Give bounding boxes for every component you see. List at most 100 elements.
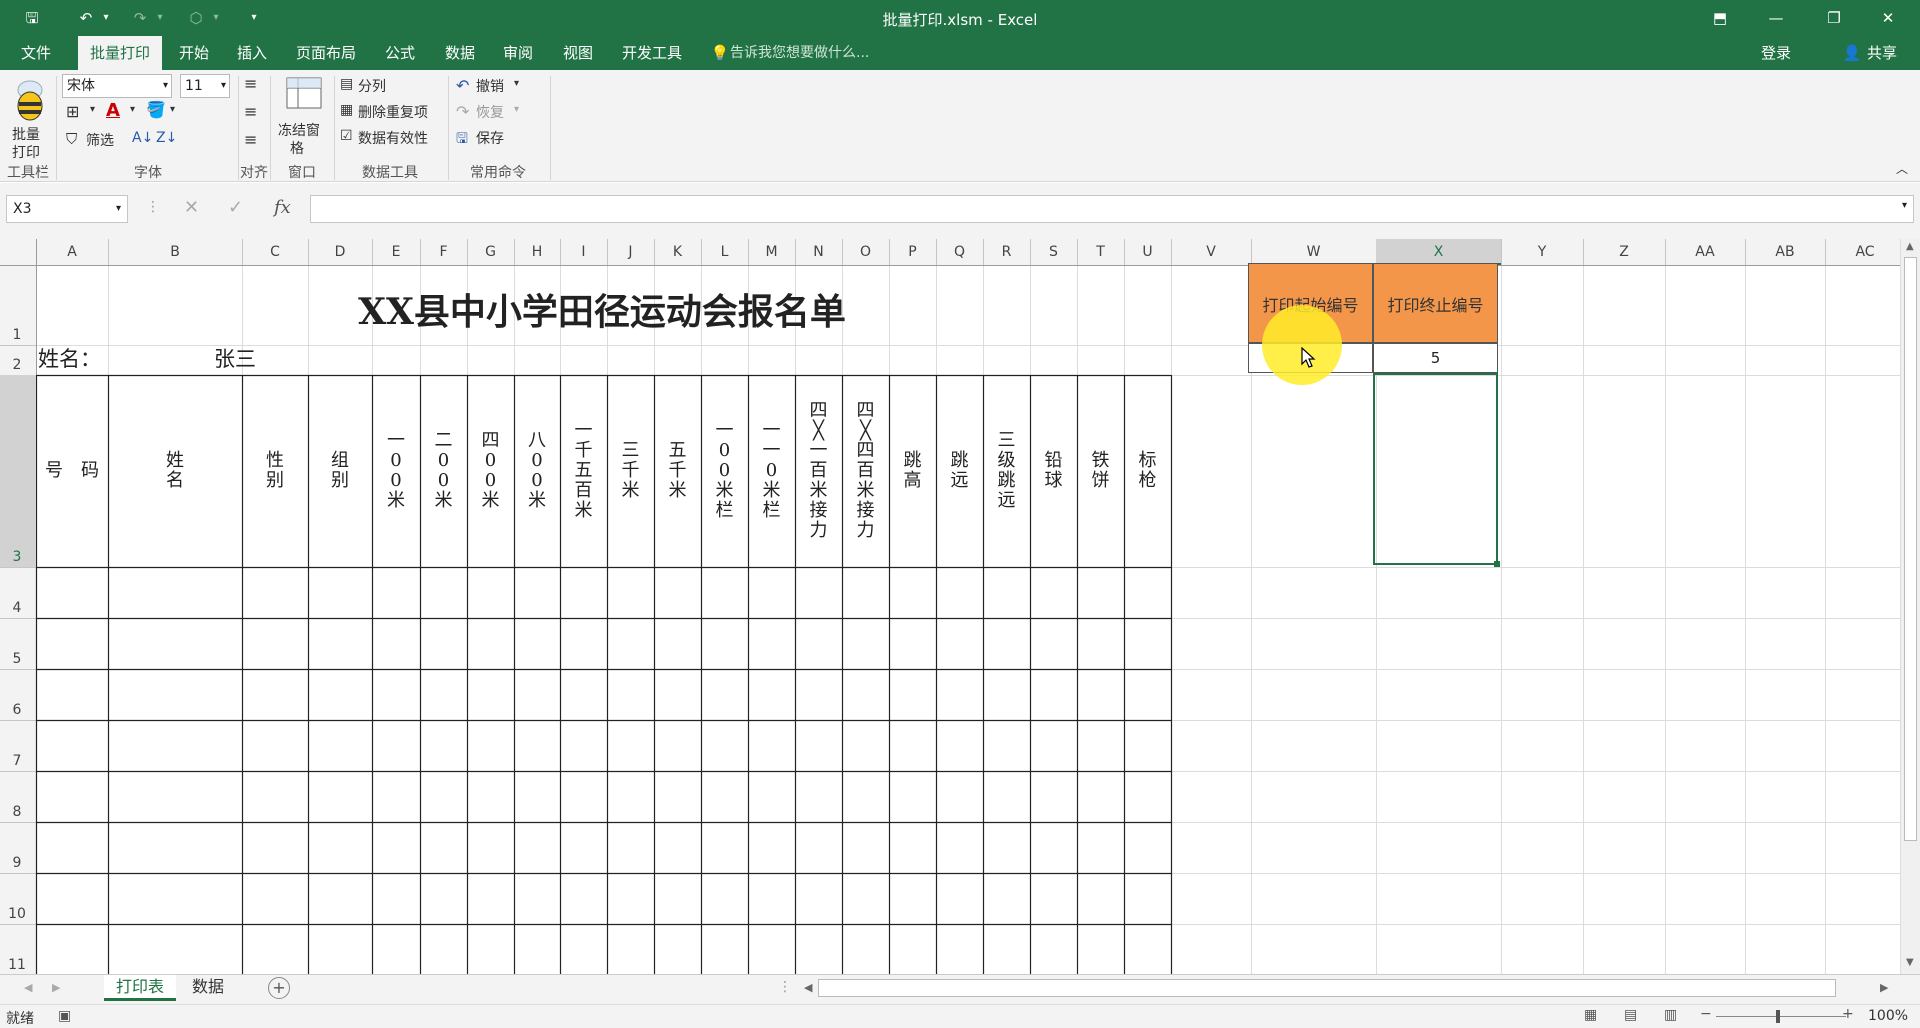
horizontal-scroll-thumb[interactable] bbox=[818, 979, 1836, 997]
column-header-ac[interactable]: AC bbox=[1825, 239, 1900, 265]
column-header-e[interactable]: E bbox=[372, 239, 420, 265]
print-end-value-cell[interactable]: 5 bbox=[1373, 343, 1498, 373]
fill-color-icon[interactable]: 🪣 bbox=[146, 100, 166, 119]
column-header-c[interactable]: C bbox=[242, 239, 308, 265]
vertical-scroll-thumb[interactable] bbox=[1904, 257, 1917, 841]
column-header-t[interactable]: T bbox=[1077, 239, 1124, 265]
next-sheet-icon[interactable]: ▶ bbox=[52, 981, 60, 994]
sort-asc-icon[interactable]: A↓ bbox=[132, 130, 153, 146]
sheet-tab-print[interactable]: 打印表 bbox=[104, 975, 176, 1001]
scroll-right-icon[interactable]: ▶ bbox=[1880, 981, 1888, 994]
row-header-9[interactable]: 9 bbox=[0, 822, 36, 873]
column-header-w[interactable]: W bbox=[1251, 239, 1376, 265]
column-header-v[interactable]: V bbox=[1171, 239, 1251, 265]
scroll-up-icon[interactable]: ▲ bbox=[1906, 241, 1914, 252]
tab-splitter-icon[interactable]: ⋮ bbox=[778, 979, 792, 995]
filter-icon[interactable]: ⛉ bbox=[66, 130, 77, 148]
formula-input[interactable]: ▾ bbox=[310, 195, 1914, 223]
row-header-3[interactable]: 3 bbox=[0, 375, 36, 567]
column-header-n[interactable]: N bbox=[795, 239, 842, 265]
column-header-k[interactable]: K bbox=[654, 239, 701, 265]
column-header-g[interactable]: G bbox=[467, 239, 514, 265]
column-header-x[interactable]: X bbox=[1376, 239, 1501, 265]
tab-formulas[interactable]: 公式 bbox=[376, 36, 424, 70]
row-header-4[interactable]: 4 bbox=[0, 567, 36, 618]
undo-button[interactable]: 撤销 bbox=[476, 76, 504, 96]
row-header-8[interactable]: 8 bbox=[0, 771, 36, 822]
tab-home[interactable]: 开始 bbox=[170, 36, 218, 70]
column-header-o[interactable]: O bbox=[842, 239, 889, 265]
column-header-aa[interactable]: AA bbox=[1665, 239, 1745, 265]
column-header-j[interactable]: J bbox=[607, 239, 654, 265]
zoom-slider-thumb[interactable] bbox=[1776, 1010, 1780, 1023]
chevron-down-icon[interactable]: ▾ bbox=[170, 104, 175, 115]
print-end-label-cell[interactable]: 打印终止编号 bbox=[1373, 263, 1498, 343]
vertical-scrollbar[interactable]: ▲ ▼ bbox=[1900, 239, 1920, 974]
minimize-icon[interactable]: — bbox=[1764, 6, 1788, 30]
tab-insert[interactable]: 插入 bbox=[228, 36, 276, 70]
add-sheet-icon[interactable]: + bbox=[268, 977, 290, 999]
column-header-ab[interactable]: AB bbox=[1745, 239, 1825, 265]
restore-icon[interactable]: ❐ bbox=[1822, 6, 1846, 30]
tab-batch-print[interactable]: 批量打印 bbox=[78, 36, 162, 70]
page-layout-view-icon[interactable]: ▤ bbox=[1624, 1007, 1637, 1023]
fill-handle[interactable] bbox=[1494, 561, 1500, 567]
scroll-left-icon[interactable]: ◀ bbox=[804, 981, 812, 994]
scroll-down-icon[interactable]: ▼ bbox=[1906, 957, 1914, 968]
close-icon[interactable]: ✕ bbox=[1876, 6, 1900, 30]
sort-desc-icon[interactable]: Z↓ bbox=[156, 130, 177, 146]
tab-review[interactable]: 审阅 bbox=[494, 36, 542, 70]
column-header-q[interactable]: Q bbox=[936, 239, 983, 265]
column-header-u[interactable]: U bbox=[1124, 239, 1171, 265]
column-header-d[interactable]: D bbox=[308, 239, 372, 265]
zoom-slider[interactable] bbox=[1716, 1016, 1846, 1017]
row-header-1[interactable]: 1 bbox=[0, 265, 36, 345]
tell-me-search[interactable]: 告诉我您想要做什么... bbox=[730, 36, 910, 70]
border-icon[interactable]: ⊞ bbox=[66, 102, 79, 121]
row-header-2[interactable]: 2 bbox=[0, 345, 36, 375]
tab-file[interactable]: 文件 bbox=[6, 36, 66, 70]
column-header-r[interactable]: R bbox=[983, 239, 1030, 265]
font-size-select[interactable]: 11 ▾ bbox=[180, 74, 230, 98]
column-header-z[interactable]: Z bbox=[1583, 239, 1665, 265]
align-bottom-icon[interactable]: ≡ bbox=[244, 130, 257, 149]
column-header-l[interactable]: L bbox=[701, 239, 748, 265]
row-header-11[interactable]: 11 bbox=[0, 924, 36, 974]
tab-page-layout[interactable]: 页面布局 bbox=[286, 36, 366, 70]
expand-formula-icon[interactable]: ▾ bbox=[1902, 200, 1907, 211]
column-header-m[interactable]: M bbox=[748, 239, 795, 265]
page-break-view-icon[interactable]: ▥ bbox=[1664, 1007, 1677, 1023]
row-header-6[interactable]: 6 bbox=[0, 669, 36, 720]
zoom-level[interactable]: 100% bbox=[1868, 1008, 1908, 1024]
row-header-5[interactable]: 5 bbox=[0, 618, 36, 669]
column-header-b[interactable]: B bbox=[108, 239, 242, 265]
normal-view-icon[interactable]: ▦ bbox=[1584, 1007, 1597, 1023]
column-header-p[interactable]: P bbox=[889, 239, 936, 265]
column-header-f[interactable]: F bbox=[420, 239, 467, 265]
insert-function-icon[interactable]: fx bbox=[274, 197, 291, 218]
row-header-7[interactable]: 7 bbox=[0, 720, 36, 771]
freeze-panes-button[interactable]: 冻结窗 格 bbox=[276, 74, 332, 158]
column-header-i[interactable]: I bbox=[560, 239, 607, 265]
column-header-s[interactable]: S bbox=[1030, 239, 1077, 265]
remove-duplicates-button[interactable]: 删除重复项 bbox=[358, 102, 428, 122]
split-column-button[interactable]: 分列 bbox=[358, 76, 386, 96]
font-color-icon[interactable]: A bbox=[106, 100, 120, 121]
filter-button[interactable]: 筛选 bbox=[86, 130, 114, 150]
column-header-y[interactable]: Y bbox=[1501, 239, 1583, 265]
ribbon-display-icon[interactable]: ⬒ bbox=[1708, 6, 1732, 30]
save-button[interactable]: 保存 bbox=[476, 128, 504, 148]
chevron-down-icon[interactable]: ▾ bbox=[514, 78, 519, 89]
zoom-in-icon[interactable]: + bbox=[1842, 1006, 1854, 1022]
collapse-ribbon-icon[interactable]: ︿ bbox=[1896, 160, 1908, 177]
chevron-down-icon[interactable]: ▾ bbox=[90, 104, 95, 115]
share-button[interactable]: 共享 bbox=[1862, 36, 1902, 70]
align-top-icon[interactable]: ≡ bbox=[244, 74, 257, 93]
tab-data[interactable]: 数据 bbox=[436, 36, 484, 70]
selected-cell-x3[interactable] bbox=[1373, 373, 1500, 567]
column-header-h[interactable]: H bbox=[514, 239, 560, 265]
zoom-out-icon[interactable]: − bbox=[1700, 1006, 1712, 1022]
row-header-10[interactable]: 10 bbox=[0, 873, 36, 924]
tab-view[interactable]: 视图 bbox=[554, 36, 602, 70]
chevron-down-icon[interactable]: ▾ bbox=[130, 104, 135, 115]
